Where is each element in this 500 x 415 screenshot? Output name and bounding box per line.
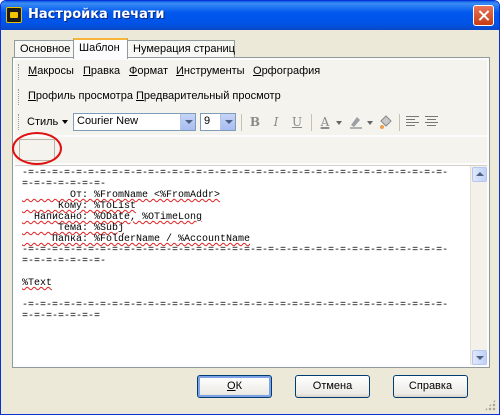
toolbar-separator: [241, 114, 242, 131]
ok-button[interactable]: ОК: [197, 375, 272, 398]
format-toolbar: Стиль Courier New 9 B I U A: [15, 110, 487, 135]
bold-button[interactable]: B: [246, 114, 264, 131]
editor-line: =-=-=-=-=-=-=: [22, 311, 101, 322]
toolbar-grip[interactable]: [18, 114, 21, 130]
help-button[interactable]: Справка: [393, 375, 468, 398]
font-size-value: 9: [204, 115, 211, 127]
editor-text[interactable]: -=-=-=-=-=-=-=-=-=-=-=-=-=-=-=-=-=-=-=-=…: [22, 168, 462, 322]
font-name-value: Courier New: [77, 115, 139, 127]
annotation-circle: [12, 132, 62, 165]
menu-format[interactable]: Формат: [129, 65, 168, 77]
highlight-icon[interactable]: [347, 114, 365, 131]
font-size-combo[interactable]: 9: [200, 113, 236, 131]
window-title: Настройка печати: [28, 7, 165, 22]
template-panel: Макросы Правка Формат Инструменты Орфогр…: [12, 57, 490, 368]
editor-line: Тема: %Subj: [22, 223, 125, 234]
italic-button[interactable]: I: [267, 114, 285, 131]
style-dropdown-arrow-icon[interactable]: [62, 120, 68, 124]
menu-macros[interactable]: Макросы: [28, 65, 74, 77]
align-left-icon[interactable]: [406, 116, 419, 128]
editor-line: Кому: %ToList: [22, 201, 137, 212]
highlight-arrow-icon[interactable]: [367, 121, 373, 125]
editor-line: =-=-=-=-=-=-=-: [22, 179, 107, 190]
editor-line: От: %FromName <%FromAddr>: [22, 190, 221, 201]
paint-bucket-icon[interactable]: [376, 114, 394, 131]
editor-line: -=-=-=-=-=-=-=-=-=-=-=-=-=-=-=-=-=-=-=-=…: [22, 245, 449, 256]
vertical-scrollbar[interactable]: [470, 166, 487, 365]
font-color-arrow-icon[interactable]: [336, 121, 342, 125]
font-color-button[interactable]: A: [316, 114, 334, 131]
toolbar-grip[interactable]: [18, 89, 21, 105]
template-editor[interactable]: -=-=-=-=-=-=-=-=-=-=-=-=-=-=-=-=-=-=-=-=…: [15, 165, 487, 365]
editor-line: =-=-=-=-=-=-=-: [22, 256, 107, 267]
tab-general[interactable]: Основное: [14, 40, 74, 58]
close-button[interactable]: [473, 5, 494, 26]
resize-grip-icon[interactable]: [484, 399, 496, 411]
chevron-down-icon[interactable]: [220, 114, 235, 130]
editor-line: -=-=-=-=-=-=-=-=-=-=-=-=-=-=-=-=-=-=-=-=…: [22, 168, 449, 179]
tab-page-numbering[interactable]: Нумерация страниц: [127, 40, 235, 58]
view-profile-button[interactable]: Профиль просмотра: [28, 90, 133, 102]
menu-tools[interactable]: Инструменты: [176, 65, 245, 77]
secondary-toolbar: [12, 132, 487, 165]
menu-edit[interactable]: Правка: [83, 65, 120, 77]
tab-template[interactable]: Шаблон: [73, 38, 128, 59]
print-preview-button[interactable]: Предварительный просмотр: [136, 90, 281, 102]
editor-line: Написано: %ODate, %OTimeLong: [22, 212, 203, 223]
scroll-down-icon[interactable]: [472, 350, 487, 365]
app-icon: [6, 7, 22, 23]
cancel-button[interactable]: Отмена: [295, 375, 370, 398]
view-toolbar: Профиль просмотра Предварительный просмо…: [15, 85, 487, 110]
menu-spelling[interactable]: Орфография: [253, 65, 320, 77]
print-settings-dialog: Настройка печати Основное Шаблон Нумерац…: [0, 0, 500, 415]
toolbar-separator: [311, 114, 312, 131]
menu-toolbar: Макросы Правка Формат Инструменты Орфогр…: [15, 60, 487, 85]
chevron-down-icon[interactable]: [180, 114, 195, 130]
editor-line: -=-=-=-=-=-=-=-=-=-=-=-=-=-=-=-=-=-=-=-=…: [22, 300, 449, 311]
editor-line: %Text: [22, 278, 53, 289]
toolbar-grip[interactable]: [18, 64, 21, 80]
font-name-combo[interactable]: Courier New: [73, 113, 196, 131]
title-bar[interactable]: Настройка печати: [1, 1, 499, 30]
editor-line: Папка: %FolderName / %AccountName: [22, 234, 251, 245]
underline-button[interactable]: U: [288, 114, 306, 131]
style-dropdown-label[interactable]: Стиль: [27, 116, 58, 128]
align-center-icon[interactable]: [425, 116, 438, 128]
scroll-up-icon[interactable]: [472, 167, 487, 182]
toolbar-separator: [399, 114, 400, 131]
